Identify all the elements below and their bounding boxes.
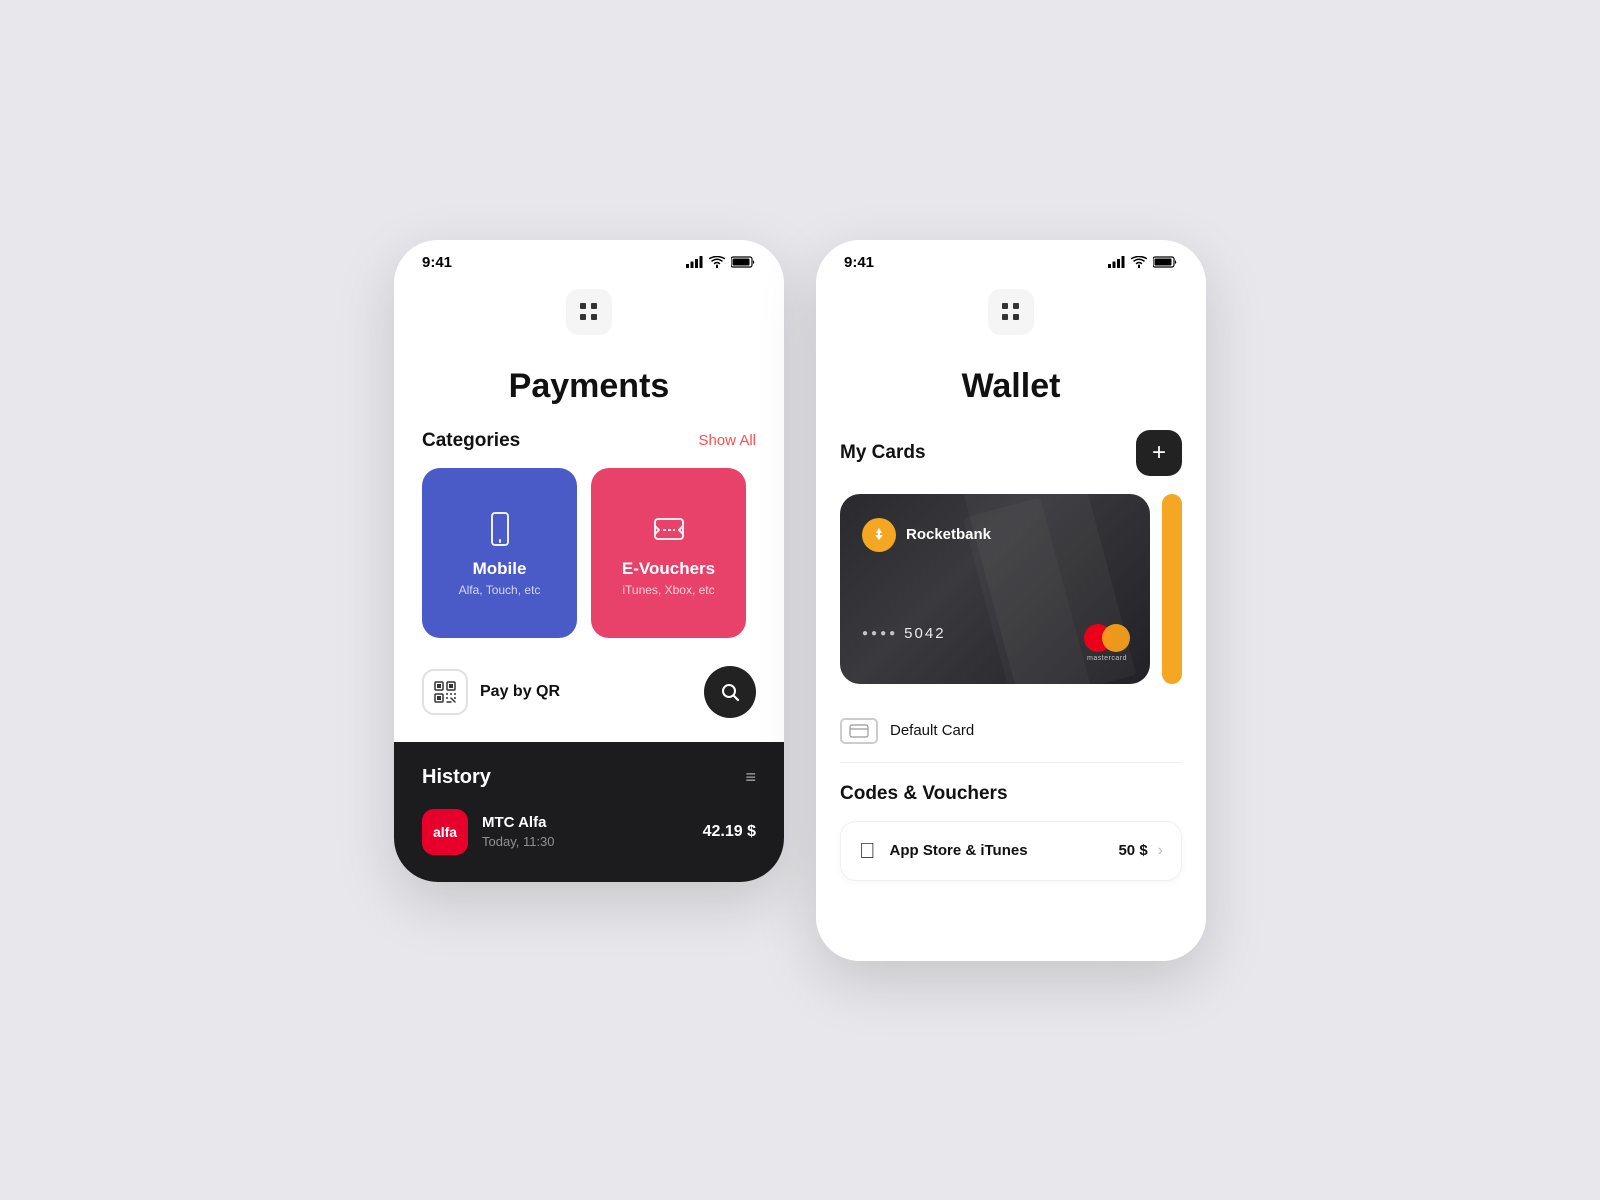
pay-qr-row: Pay by QR <box>394 666 784 742</box>
cards-carousel: Rocketbank ●●●● 5042 mastercard <box>840 494 1182 684</box>
evouchers-category-sub: iTunes, Xbox, etc <box>622 583 714 597</box>
payments-title: Payments <box>394 351 784 430</box>
chevron-right-icon: › <box>1158 842 1163 860</box>
add-card-label: + <box>1152 439 1166 467</box>
category-evouchers[interactable]: E-Vouchers iTunes, Xbox, etc <box>591 468 746 638</box>
search-icon <box>720 682 740 702</box>
battery-icon-wallet <box>1153 256 1178 268</box>
voucher-right: 50 $ › <box>1118 842 1163 860</box>
bottom-spacer <box>816 901 1206 961</box>
status-icons-wallet <box>1108 256 1178 268</box>
voucher-icon <box>649 509 689 549</box>
app-header-wallet <box>816 279 1206 351</box>
qr-icon <box>433 680 457 704</box>
add-card-button[interactable]: + <box>1136 430 1182 476</box>
history-title: History <box>422 766 491 789</box>
app-header-payments <box>394 279 784 351</box>
card-dots: ●●●● <box>862 628 898 639</box>
pay-qr-button[interactable]: Pay by QR <box>422 669 560 715</box>
my-cards-title: My Cards <box>840 442 926 464</box>
voucher-name: App Store & iTunes <box>890 842 1028 859</box>
category-mobile[interactable]: Mobile Alfa, Touch, etc <box>422 468 577 638</box>
history-menu-icon[interactable]: ≡ <box>745 767 756 788</box>
grid-dots-icon-wallet <box>1002 303 1020 321</box>
grid-menu-button-payments[interactable] <box>566 289 612 335</box>
voucher-amount: 50 $ <box>1118 842 1147 859</box>
phones-container: 9:41 <box>394 240 1206 961</box>
show-all-link[interactable]: Show All <box>698 432 756 449</box>
signal-icon-wallet <box>1108 256 1125 268</box>
card-icon <box>849 724 869 738</box>
codes-vouchers-title: Codes & Vouchers <box>840 783 1182 805</box>
rocket-icon <box>870 526 888 544</box>
card-last4: 5042 <box>904 625 945 642</box>
battery-icon <box>731 256 756 268</box>
mastercard-text: mastercard <box>1084 655 1130 662</box>
history-logo-alfa: alfa <box>422 809 468 855</box>
voucher-left:  App Store & iTunes <box>859 838 1028 864</box>
mobile-category-name: Mobile <box>473 559 527 579</box>
evouchers-category-name: E-Vouchers <box>622 559 715 579</box>
card-stub <box>1162 494 1182 684</box>
history-info: MTC Alfa Today, 11:30 <box>482 814 689 849</box>
payments-phone: 9:41 <box>394 240 784 882</box>
wifi-icon <box>709 256 725 268</box>
qr-icon-box <box>422 669 468 715</box>
wallet-content: My Cards + <box>816 430 1206 901</box>
search-button[interactable] <box>704 666 756 718</box>
history-item[interactable]: alfa MTC Alfa Today, 11:30 42.19 $ <box>422 809 756 855</box>
mastercard-logo: mastercard <box>1084 623 1130 662</box>
history-item-name: MTC Alfa <box>482 814 689 831</box>
status-time-wallet: 9:41 <box>844 254 874 271</box>
mobile-category-sub: Alfa, Touch, etc <box>459 583 541 597</box>
wallet-phone: 9:41 <box>816 240 1206 961</box>
wifi-icon-wallet <box>1131 256 1147 268</box>
codes-section: Codes & Vouchers  App Store & iTunes 50… <box>840 783 1182 901</box>
pay-qr-label: Pay by QR <box>480 683 560 701</box>
wallet-title: Wallet <box>816 351 1206 430</box>
categories-header: Categories Show All <box>422 430 756 452</box>
grid-dots-icon <box>580 303 598 321</box>
status-time-payments: 9:41 <box>422 254 452 271</box>
card-number-row: ●●●● 5042 <box>862 625 946 642</box>
voucher-item-appstore[interactable]:  App Store & iTunes 50 $ › <box>840 821 1182 881</box>
history-section: History ≡ alfa MTC Alfa Today, 11:30 42.… <box>394 742 784 882</box>
mastercard-circles <box>1084 623 1130 653</box>
signal-icon <box>686 256 703 268</box>
bank-logo <box>862 518 896 552</box>
grid-menu-button-wallet[interactable] <box>988 289 1034 335</box>
default-card-icon <box>840 718 878 744</box>
status-bar-wallet: 9:41 <box>816 240 1206 279</box>
rocketbank-card[interactable]: Rocketbank ●●●● 5042 mastercard <box>840 494 1150 684</box>
apple-icon:  <box>859 838 876 864</box>
default-card-label: Default Card <box>890 722 974 739</box>
phone-icon <box>480 509 520 549</box>
default-card-row[interactable]: Default Card <box>840 704 1182 763</box>
history-logo-text: alfa <box>433 824 457 840</box>
mc-orange-circle <box>1102 624 1130 652</box>
categories-section: Categories Show All Mobile Alfa, Touch, … <box>394 430 784 638</box>
categories-grid: Mobile Alfa, Touch, etc E-Vouchers iTune… <box>422 468 756 638</box>
history-item-date: Today, 11:30 <box>482 834 689 849</box>
my-cards-header: My Cards + <box>840 430 1182 476</box>
history-item-amount: 42.19 $ <box>703 823 756 841</box>
history-header: History ≡ <box>422 766 756 789</box>
status-icons-payments <box>686 256 756 268</box>
status-bar-payments: 9:41 <box>394 240 784 279</box>
categories-label: Categories <box>422 430 520 452</box>
